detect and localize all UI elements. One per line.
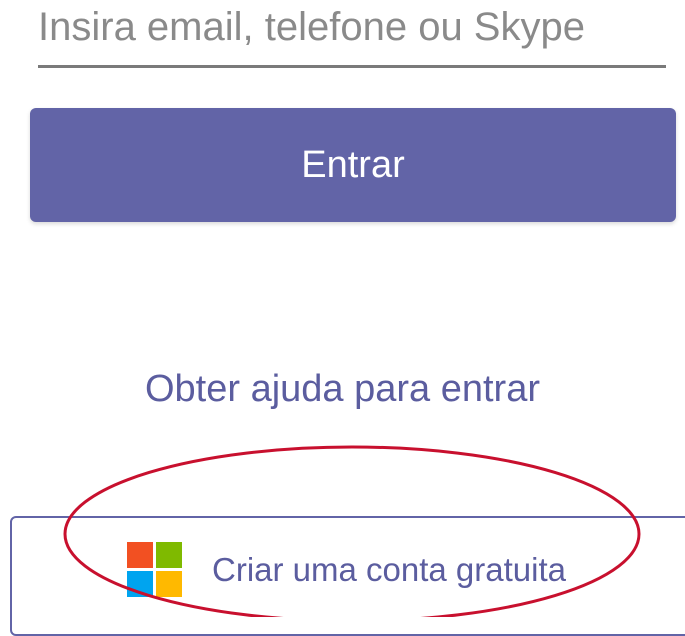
signin-button-label: Entrar xyxy=(301,143,405,186)
email-input[interactable] xyxy=(38,0,666,65)
help-link-label: Obter ajuda para entrar xyxy=(144,368,540,410)
create-account-button[interactable]: Criar uma conta gratuita xyxy=(10,516,685,636)
create-account-label: Criar uma conta gratuita xyxy=(212,551,566,588)
help-link[interactable]: Obter ajuda para entrar xyxy=(0,368,685,411)
microsoft-logo-icon xyxy=(127,542,183,598)
email-field[interactable] xyxy=(38,0,666,68)
signin-button[interactable]: Entrar xyxy=(30,108,676,222)
